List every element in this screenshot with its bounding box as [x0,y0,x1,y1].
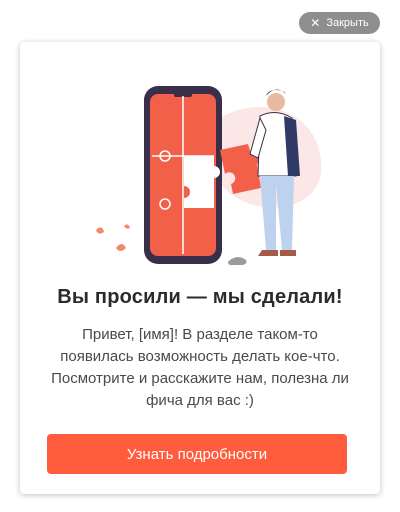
close-icon: ✕ [310,16,321,30]
puzzle-illustration [96,86,322,265]
learn-more-button[interactable]: Узнать подробности [47,434,347,474]
announcement-card: Вы просили — мы сделали! Привет, [имя]! … [20,42,380,494]
leaf-decoration [96,227,104,234]
card-title: Вы просили — мы сделали! [57,286,343,308]
leaf-decoration [124,224,130,229]
card-body-text: Привет, [имя]! В разделе таком-то появил… [51,326,349,409]
close-button[interactable]: ✕ Закрыть [299,12,380,34]
leaf-decoration [116,244,126,251]
rock [228,257,247,265]
popup-page: ✕ Закрыть Вы просили — мы сделали! Приве… [0,0,400,512]
close-label: Закрыть [326,17,369,29]
